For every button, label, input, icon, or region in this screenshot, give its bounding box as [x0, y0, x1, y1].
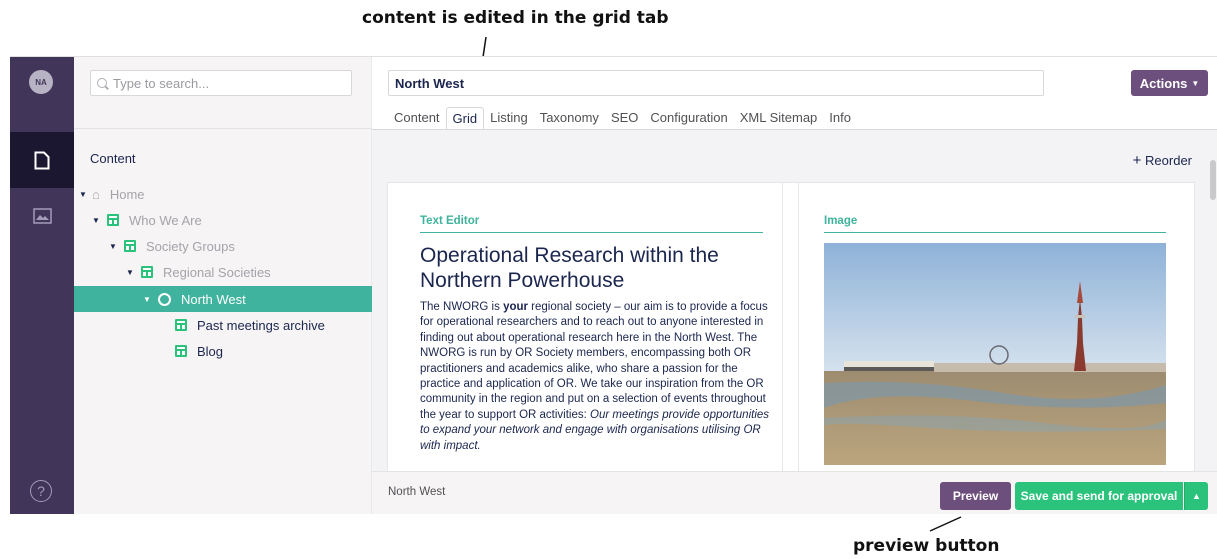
grid-cell-image[interactable]: Image	[798, 183, 1184, 477]
sidebar-item-content[interactable]	[10, 132, 74, 188]
content-heading[interactable]: Operational Research within the Northern…	[420, 243, 770, 293]
tab-info[interactable]: Info	[823, 107, 857, 130]
tree-node-blog[interactable]: Blog	[74, 338, 372, 364]
document-icon	[175, 319, 187, 331]
tab-taxonomy[interactable]: Taxonomy	[534, 107, 605, 130]
plus-icon: +	[1132, 152, 1142, 169]
help-icon[interactable]: ?	[30, 480, 52, 502]
tree-node-label: Regional Societies	[163, 264, 271, 280]
search-icon	[97, 78, 107, 88]
tree-node-label: Home	[109, 186, 145, 202]
cell-label: Image	[824, 215, 858, 227]
annotation-preview-button: preview button	[853, 536, 1000, 556]
document-icon	[107, 214, 119, 226]
tree-header: Content	[90, 151, 136, 166]
tab-listing[interactable]: Listing	[484, 107, 534, 130]
grid-cell-text[interactable]: Text Editor Operational Research within …	[388, 183, 783, 477]
document-icon	[124, 240, 136, 252]
tree-node-label: Who We Are	[129, 212, 202, 228]
editor-footer: North West Preview Save and send for app…	[372, 471, 1217, 514]
tree-node-past-meetings-archive[interactable]: Past meetings archive	[74, 312, 372, 338]
tree-node-regional-societies[interactable]: ▼ Regional Societies	[74, 259, 372, 285]
scrollbar-thumb[interactable]	[1210, 160, 1216, 200]
caret-down-icon: ▼	[1191, 78, 1200, 88]
sidebar-item-media[interactable]	[10, 188, 74, 244]
tab-grid[interactable]: Grid	[445, 107, 485, 130]
tree-node-label: Society Groups	[146, 238, 235, 254]
divider	[420, 232, 763, 233]
divider	[74, 128, 372, 129]
caret-down-icon[interactable]: ▼	[91, 216, 101, 225]
caret-up-icon[interactable]: ▲	[1184, 482, 1208, 510]
tree-node-society-groups[interactable]: ▼ Society Groups	[74, 233, 372, 259]
cms-window: NA ? Type to search... Content ▼ ⌂ Home	[10, 56, 1217, 514]
search-placeholder: Type to search...	[113, 75, 210, 91]
grid-editor-area: + Reorder Text Editor Operational Resear…	[372, 130, 1217, 477]
caret-down-icon[interactable]: ▼	[78, 190, 88, 199]
blackpool-tower-image	[824, 243, 1166, 465]
tab-seo[interactable]: SEO	[605, 107, 644, 130]
tree-node-label: North West	[181, 291, 246, 307]
tree-node-who-we-are[interactable]: ▼ Who We Are	[74, 207, 372, 233]
breadcrumb[interactable]: North West	[388, 486, 445, 498]
divider	[824, 232, 1166, 233]
reorder-button[interactable]: + Reorder	[1133, 152, 1192, 169]
preview-button[interactable]: Preview	[940, 482, 1011, 510]
tab-configuration[interactable]: Configuration	[644, 107, 733, 130]
tree-node-north-west[interactable]: ▼ North West	[74, 286, 372, 312]
editor-tabs: Content Grid Listing Taxonomy SEO Config…	[388, 107, 857, 130]
cell-label: Text Editor	[420, 215, 480, 227]
content-editor: North West Actions ▼ Content Grid Listin…	[372, 57, 1217, 514]
grid-row: Text Editor Operational Research within …	[387, 182, 1195, 477]
document-icon	[34, 151, 50, 169]
node-name-input[interactable]: North West	[388, 70, 1044, 96]
avatar[interactable]: NA	[29, 70, 53, 94]
actions-button[interactable]: Actions ▼	[1131, 70, 1208, 96]
tab-content[interactable]: Content	[388, 107, 446, 130]
content-tree-panel: Type to search... Content ▼ ⌂ Home ▼ Who…	[74, 57, 372, 514]
tree-node-home[interactable]: ▼ ⌂ Home	[74, 181, 372, 207]
search-input[interactable]: Type to search...	[90, 70, 352, 96]
reorder-label: Reorder	[1145, 153, 1192, 168]
scrollbar[interactable]	[1209, 130, 1217, 471]
caret-down-icon[interactable]: ▼	[108, 242, 118, 251]
globe-icon	[158, 292, 171, 306]
annotation-grid-tab: content is edited in the grid tab	[362, 8, 669, 28]
tree-node-label: Blog	[197, 343, 224, 359]
image-icon	[32, 208, 52, 224]
tree-node-label: Past meetings archive	[197, 317, 325, 333]
document-icon	[175, 345, 187, 357]
document-icon	[141, 266, 153, 278]
caret-down-icon[interactable]: ▼	[142, 295, 152, 304]
caret-down-icon[interactable]: ▼	[125, 268, 135, 277]
tab-xml-sitemap[interactable]: XML Sitemap	[734, 107, 824, 130]
home-icon: ⌂	[92, 186, 100, 202]
content-body-text[interactable]: The NWORG is your regional society – our…	[420, 300, 772, 454]
beach-photo[interactable]	[824, 243, 1166, 465]
section-sidebar: NA ?	[10, 57, 74, 514]
save-and-send-button[interactable]: Save and send for approval	[1015, 482, 1183, 510]
actions-label: Actions	[1139, 75, 1188, 91]
